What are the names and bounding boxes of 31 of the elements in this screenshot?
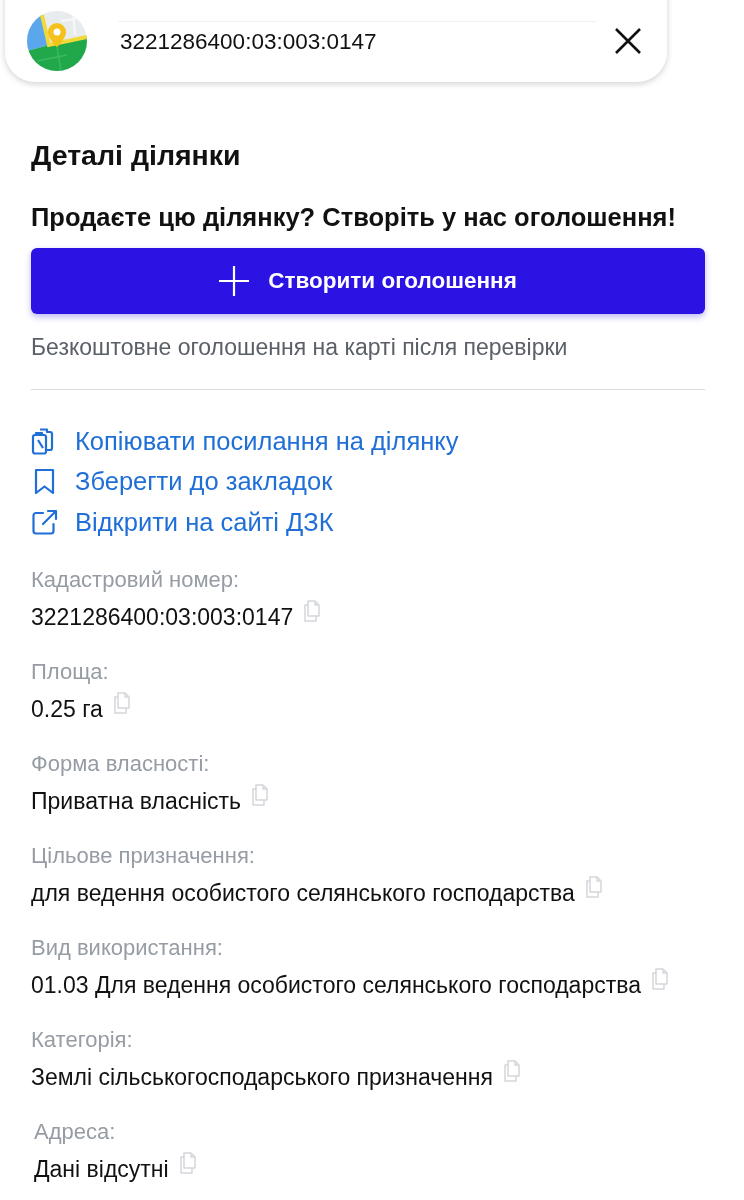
- copy-icon[interactable]: [178, 1151, 199, 1174]
- copy-icon[interactable]: [502, 1059, 523, 1082]
- search-field[interactable]: 3221286400:03:003:0147: [118, 20, 597, 62]
- external-link-icon: [31, 508, 58, 536]
- copy-icon[interactable]: [584, 875, 605, 898]
- panel-title: Деталі ділянки: [31, 139, 242, 171]
- field-label: Форма власності:: [31, 750, 211, 777]
- field-value: Приватна власність: [31, 787, 242, 814]
- copy-icon[interactable]: [650, 967, 671, 990]
- close-icon: [613, 26, 643, 56]
- action-link[interactable]: Відкрити на сайті ДЗК: [31, 502, 334, 543]
- field-value: 3221286400:03:003:0147: [31, 603, 294, 630]
- field-label: Кадастровий номер:: [31, 566, 241, 593]
- field-label: Вид використання:: [31, 934, 224, 961]
- field-label: Цільове призначення:: [31, 842, 256, 869]
- field-value: Дані відсутні: [34, 1155, 169, 1182]
- field-value: 0.25 га: [31, 695, 103, 722]
- action-link[interactable]: Копіювати посилання на ділянку: [31, 421, 459, 462]
- note-text: Безкоштовне оголошення на карті після перевірки: [31, 334, 569, 360]
- close-button[interactable]: [613, 26, 643, 56]
- action-link[interactable]: Зберегти до закладок: [31, 461, 333, 502]
- create-listing-button[interactable]: Створити оголошення: [31, 248, 705, 314]
- plus-icon: [219, 266, 250, 296]
- copy-icon[interactable]: [112, 691, 133, 714]
- field-label: Категорія:: [31, 1026, 134, 1053]
- field-value: Землі сільськогосподарського призначення: [31, 1063, 493, 1090]
- field-label: Площа:: [31, 658, 110, 685]
- field-value: для ведення особистого селянського господарства: [31, 879, 575, 906]
- field-label: Адреса:: [34, 1118, 117, 1145]
- field-value: 01.03 Для ведення особистого селянського господарства: [31, 971, 641, 998]
- promo-text: Продаєте цю ділянку? Створіть у нас оголошення!: [31, 203, 677, 231]
